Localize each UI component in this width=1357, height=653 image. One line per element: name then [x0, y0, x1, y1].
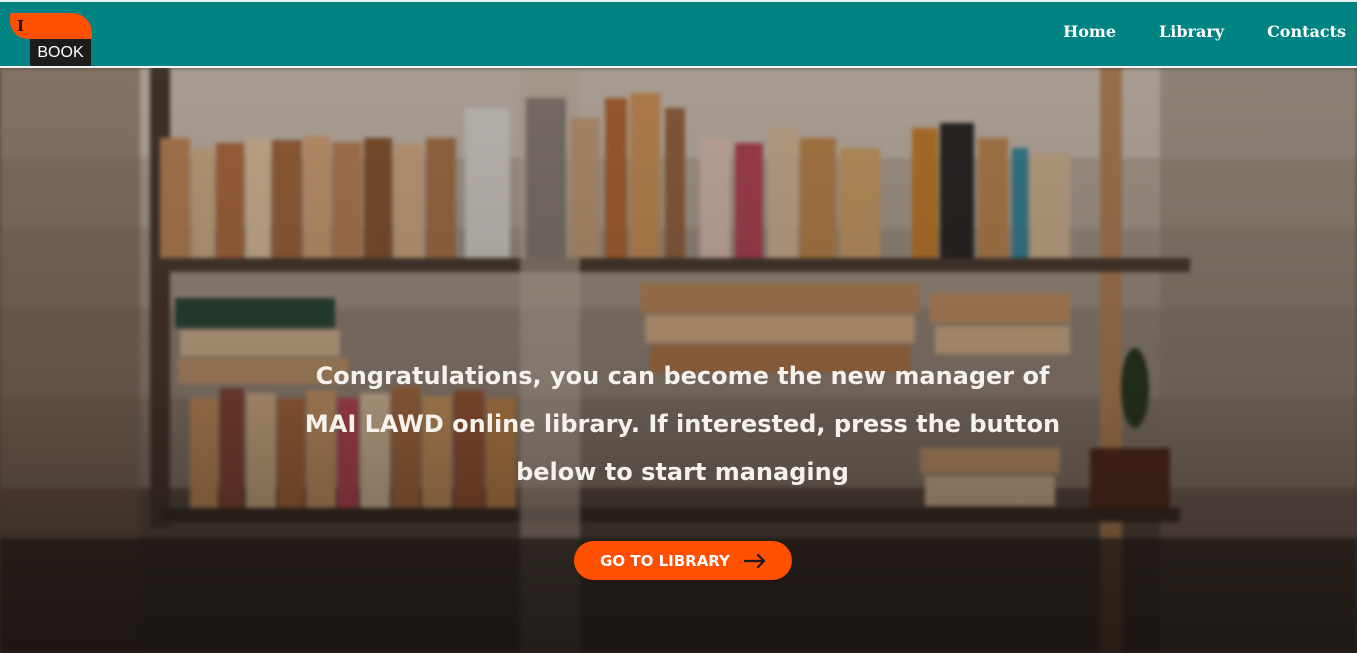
arrow-right-icon [743, 553, 766, 568]
nav-link-home[interactable]: Home [1063, 22, 1116, 42]
logo-letter: I [17, 17, 25, 35]
hero-message: Congratulations, you can become the new … [304, 362, 1061, 486]
go-to-library-label: GO TO LIBRARY [600, 551, 730, 570]
logo[interactable]: I BOOK [9, 13, 93, 69]
logo-word: BOOK [30, 39, 91, 66]
go-to-library-button[interactable]: GO TO LIBRARY [574, 541, 792, 580]
hero-section: Congratulations, you can become the new … [0, 68, 1357, 653]
nav-link-contacts[interactable]: Contacts [1267, 22, 1346, 42]
top-navbar: I BOOK Home Library Contacts [0, 0, 1357, 68]
main-nav: Home Library Contacts [1020, 22, 1346, 42]
nav-link-library[interactable]: Library [1159, 22, 1224, 42]
